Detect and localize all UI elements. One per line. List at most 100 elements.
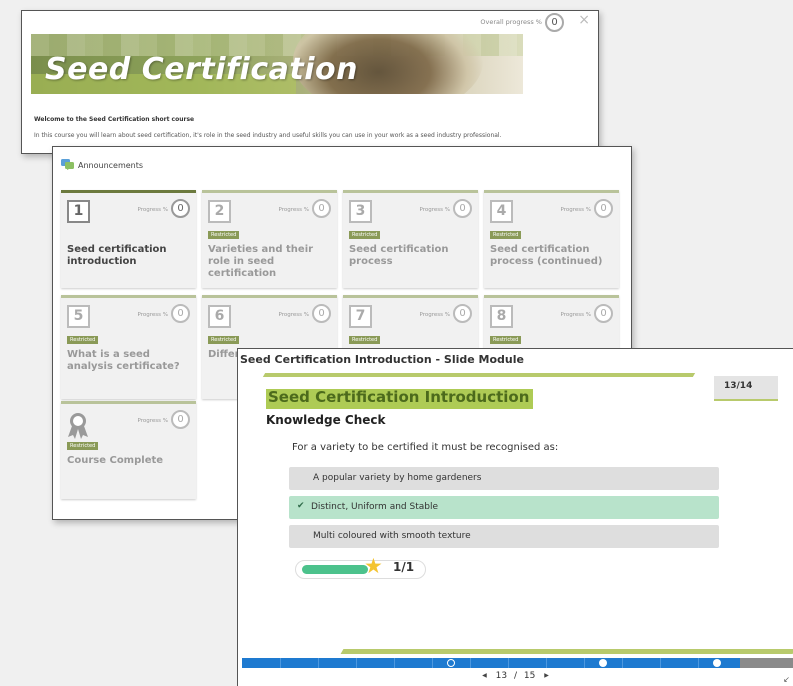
seekbar-divider (394, 658, 395, 668)
seekbar-marker[interactable] (599, 659, 607, 667)
welcome-heading: Welcome to the Seed Certification short … (34, 116, 195, 123)
resize-handle-icon[interactable]: ↙ (783, 675, 790, 684)
seekbar-divider (660, 658, 661, 668)
progress-indicator: 0 (171, 410, 190, 429)
course-header-window: Overall progress % 0 × Seed Certificatio… (21, 10, 599, 154)
slide-pager: ◀ 13 / 15 ▶ (238, 671, 793, 685)
seekbar-divider (318, 658, 319, 668)
module-card[interactable]: 3 Progress % 0 Restricted Seed certification… (343, 190, 478, 288)
slide-canvas: 13/14 Seed Certification Introduction Kn… (242, 370, 793, 662)
prev-slide-button[interactable]: ◀ (482, 672, 487, 679)
slide-subtitle: Knowledge Check (266, 413, 386, 427)
progress-indicator: 0 (171, 304, 190, 323)
module-card[interactable]: 4 Progress % 0 Restricted Seed certification… (484, 190, 619, 288)
banner-title: Seed Certification (45, 52, 358, 87)
answer-option-3[interactable]: Multi coloured with smooth texture (289, 525, 719, 548)
announcements-link[interactable]: Announcements (78, 161, 143, 170)
module-title: Varieties and their role in seed certifi… (208, 244, 314, 279)
progress-indicator: 0 (312, 304, 331, 323)
restricted-badge: Restricted (490, 336, 522, 344)
seekbar-divider (508, 658, 509, 668)
course-banner: Seed Certification (31, 34, 523, 94)
restricted-badge: Restricted (208, 231, 240, 239)
next-slide-button[interactable]: ▶ (544, 672, 549, 679)
progress-indicator: 0 (453, 304, 472, 323)
answer-option-label: A popular variety by home gardeners (313, 473, 482, 483)
seekbar-marker[interactable] (713, 659, 721, 667)
slide-module-window: Seed Certification Introduction - Slide … (237, 348, 793, 686)
progress-label: Progress % (137, 418, 168, 424)
progress-label: Progress % (278, 312, 309, 318)
slide-bottom-accent (340, 649, 793, 654)
slide-counter: 13/14 (724, 381, 753, 391)
answer-option-1[interactable]: A popular variety by home gardeners (289, 467, 719, 490)
quiz-progress-fill (302, 565, 368, 574)
module-number: 4 (490, 200, 513, 223)
pager-total: 15 (523, 671, 536, 681)
answer-option-2-correct[interactable]: ✔ Distinct, Uniform and Stable (289, 496, 719, 519)
slide-top-accent (262, 373, 696, 377)
module-number: 7 (349, 305, 372, 328)
progress-indicator: 0 (312, 199, 331, 218)
seekbar-remaining (740, 658, 793, 668)
progress-label: Progress % (560, 312, 591, 318)
progress-indicator: 0 (453, 199, 472, 218)
restricted-badge: Restricted (67, 442, 99, 450)
restricted-badge: Restricted (490, 231, 522, 239)
seekbar-divider (622, 658, 623, 668)
module-card[interactable]: 1 Progress % 0 Seed certification introduct… (61, 190, 196, 288)
seekbar-divider (280, 658, 281, 668)
module-card[interactable]: Progress % 0 Restricted Course Complete (61, 401, 196, 499)
progress-label: Progress % (419, 207, 450, 213)
seekbar-divider (470, 658, 471, 668)
course-intro-text: In this course you will learn about seed… (34, 132, 502, 139)
progress-label: Progress % (278, 207, 309, 213)
announcements-icon[interactable] (61, 159, 74, 170)
module-number: 1 (67, 200, 90, 223)
star-icon: ★ (364, 554, 383, 578)
module-title: What is a seed analysis certificate? (67, 349, 180, 372)
module-card[interactable]: 5 Progress % 0 Restricted What is a seed ana… (61, 295, 196, 399)
slide-seekbar[interactable] (242, 658, 793, 668)
progress-indicator: 0 (594, 199, 613, 218)
progress-indicator: 0 (171, 199, 190, 218)
module-title: Seed certification process (continued) (490, 244, 603, 267)
restricted-badge: Restricted (208, 336, 240, 344)
overall-progress-label: Overall progress % (480, 18, 542, 26)
quiz-score: 1/1 (393, 560, 415, 574)
answer-option-label: Multi coloured with smooth texture (313, 531, 471, 541)
module-number: 3 (349, 200, 372, 223)
progress-indicator: 0 (594, 304, 613, 323)
ribbon-award-icon (68, 413, 88, 439)
pager-current: 13 (495, 671, 508, 681)
seekbar-divider (356, 658, 357, 668)
module-title: Seed certification process (349, 244, 449, 267)
module-number: 5 (67, 305, 90, 328)
seekbar-marker[interactable] (447, 659, 455, 667)
module-title: Course Complete (67, 455, 164, 466)
module-number: 8 (490, 305, 513, 328)
progress-label: Progress % (560, 207, 591, 213)
module-number: 6 (208, 305, 231, 328)
seekbar-divider (546, 658, 547, 668)
overall-progress-indicator: 0 (545, 13, 564, 32)
slide-module-title: Seed Certification Introduction - Slide … (238, 349, 793, 369)
seekbar-divider (698, 658, 699, 668)
seekbar-divider (432, 658, 433, 668)
question-text: For a variety to be certified it must be… (292, 442, 559, 453)
module-number: 2 (208, 200, 231, 223)
progress-label: Progress % (137, 207, 168, 213)
close-icon[interactable]: × (578, 12, 590, 28)
restricted-badge: Restricted (349, 336, 381, 344)
restricted-badge: Restricted (349, 231, 381, 239)
progress-label: Progress % (137, 312, 168, 318)
slide-title: Seed Certification Introduction (268, 388, 530, 406)
pager-separator: / (513, 671, 518, 681)
restricted-badge: Restricted (67, 336, 99, 344)
module-title: Seed certification introduction (67, 244, 167, 267)
answer-option-label: Distinct, Uniform and Stable (311, 502, 438, 512)
seekbar-divider (584, 658, 585, 668)
checkmark-icon: ✔ (297, 501, 305, 511)
progress-label: Progress % (419, 312, 450, 318)
module-card[interactable]: 2 Progress % 0 Restricted Varieties and thei… (202, 190, 337, 288)
